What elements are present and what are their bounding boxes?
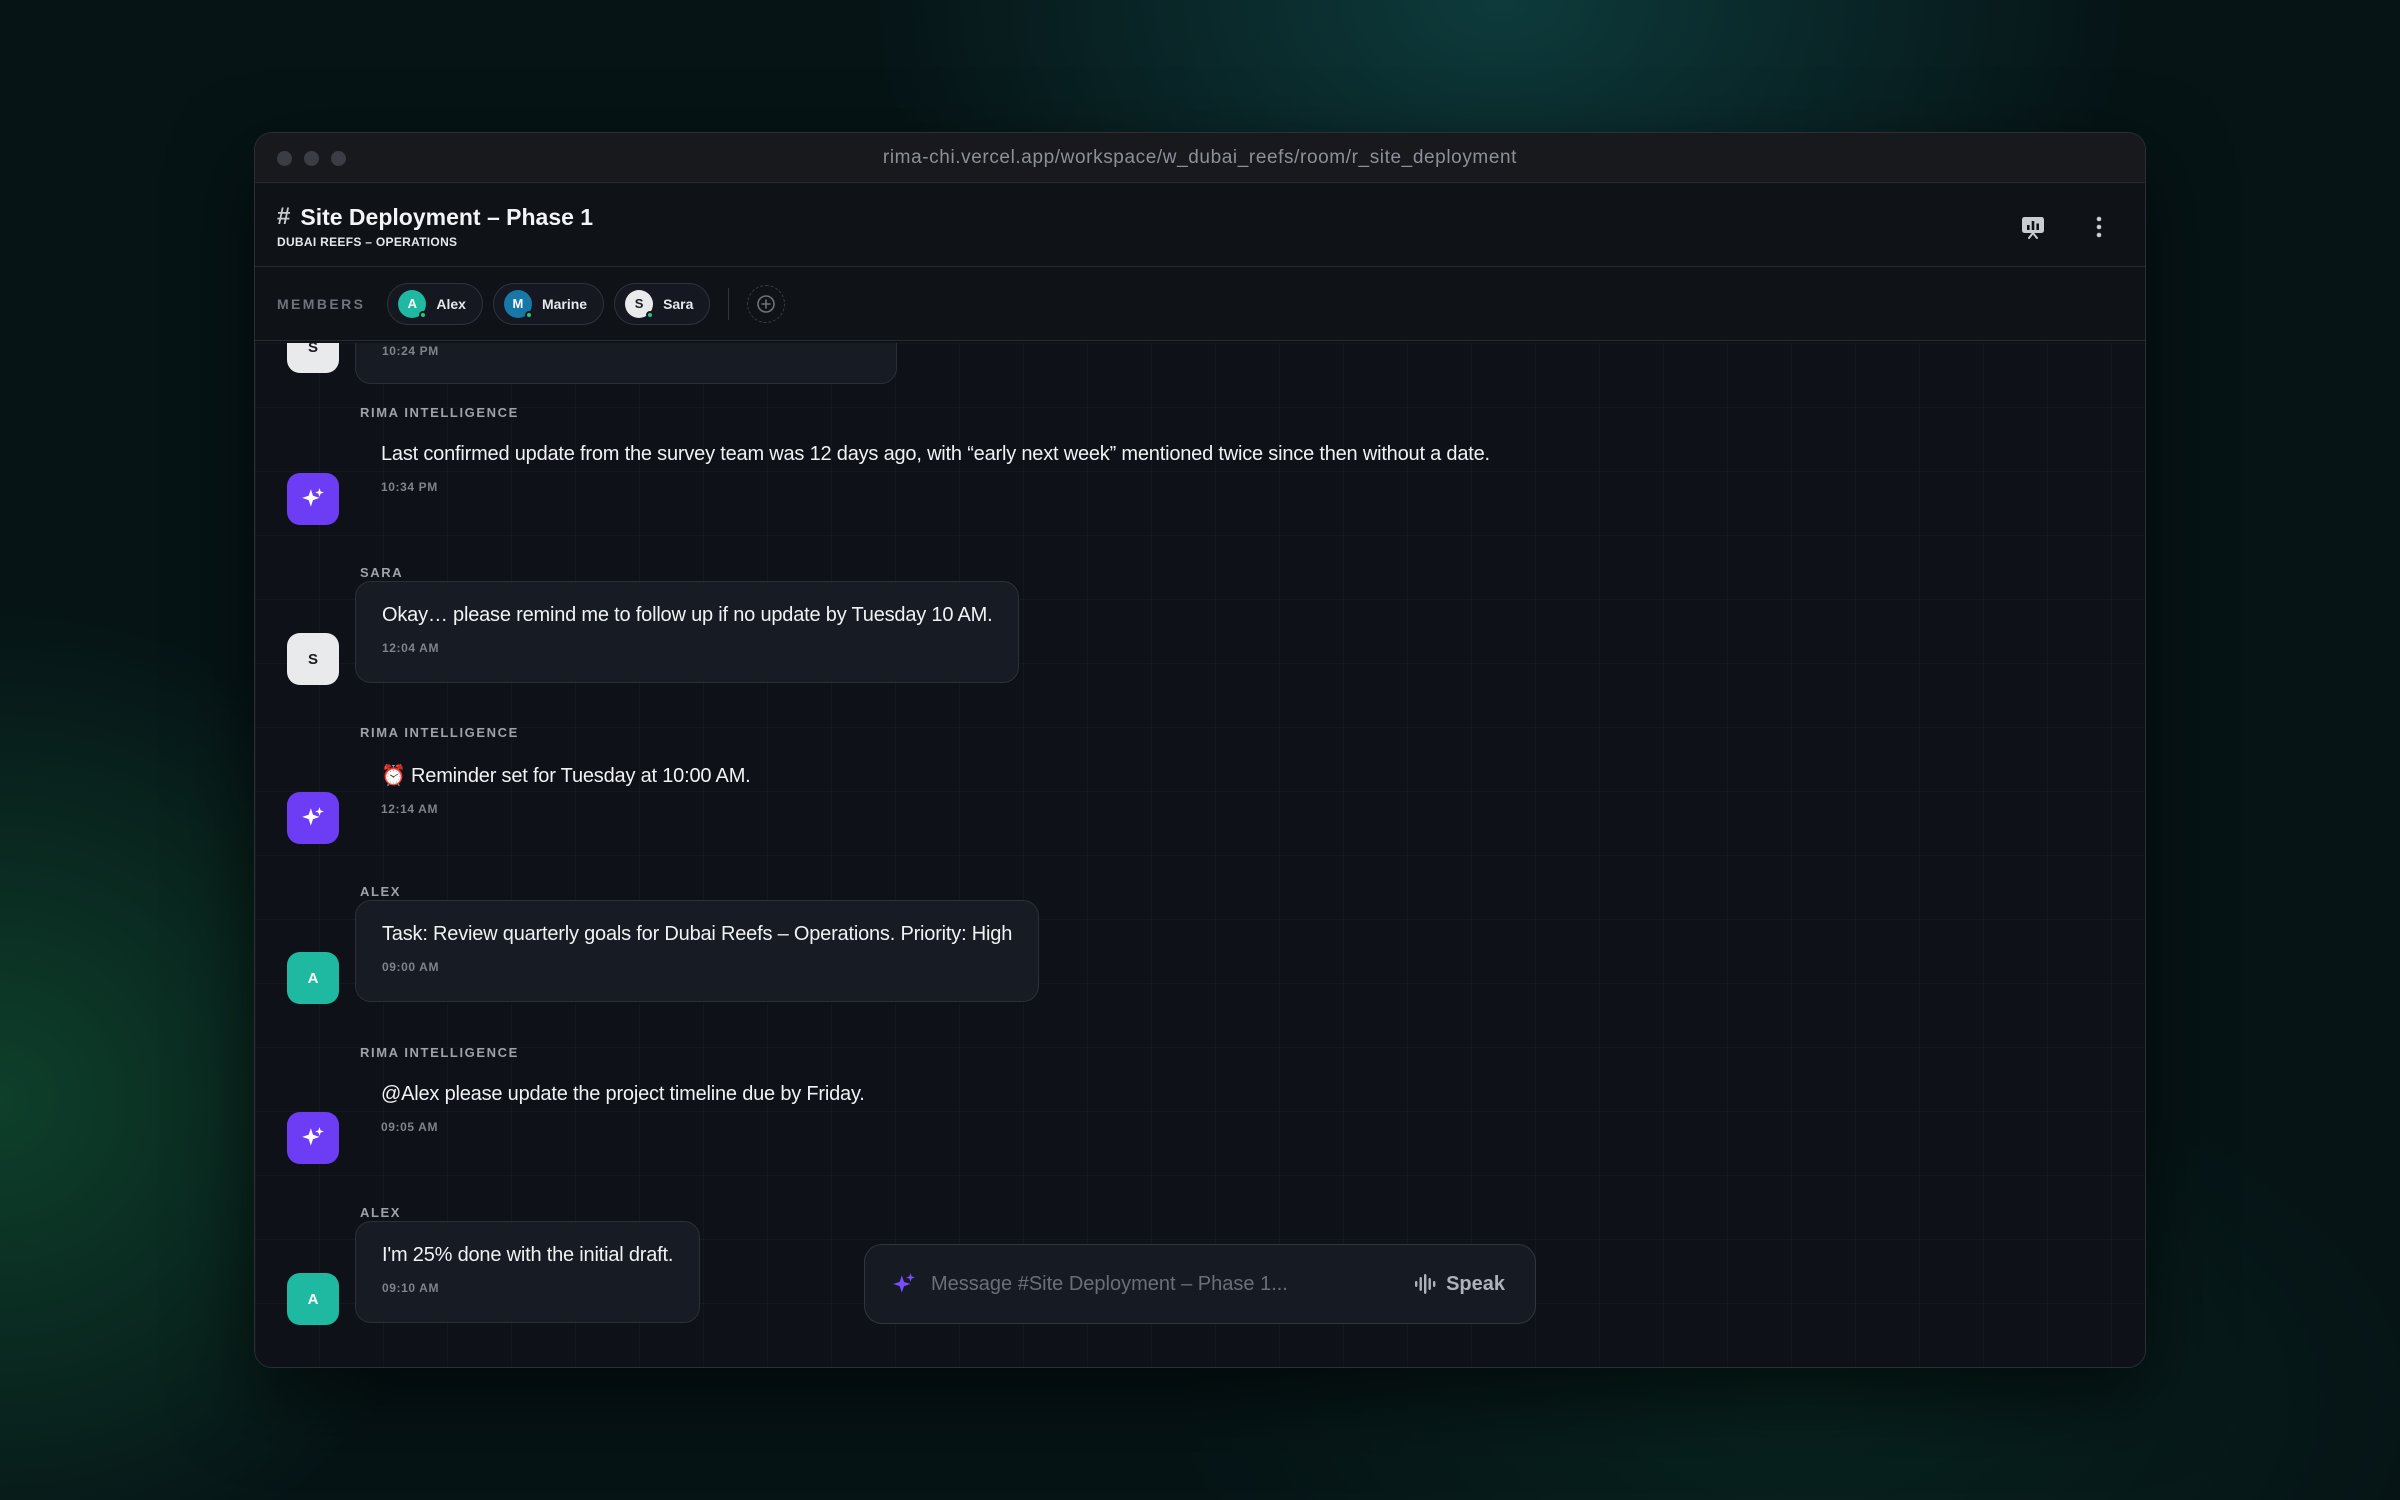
- message-input[interactable]: [931, 1272, 1415, 1296]
- room-header: # Site Deployment – Phase 1 DUBAI REEFS …: [255, 183, 2145, 267]
- message-time: 09:10 AM: [382, 1281, 440, 1295]
- message-text: @Alex please update the project timeline…: [381, 1083, 865, 1105]
- avatar-initial: M: [512, 296, 524, 311]
- divider: [728, 287, 730, 320]
- member-chip-sara[interactable]: S Sara: [614, 282, 711, 325]
- online-status-dot: [524, 310, 533, 319]
- workspace-name: DUBAI REEFS – OPERATIONS: [277, 235, 458, 249]
- member-name: Alex: [436, 295, 466, 312]
- speak-button[interactable]: Speak: [1414, 1273, 1505, 1296]
- sparkle-icon: [302, 488, 324, 507]
- message-composer: Speak: [864, 1244, 1536, 1324]
- message-time: 10:34 PM: [381, 480, 438, 494]
- message-text: Okay… please remind me to follow up if n…: [382, 604, 993, 626]
- room-name: Site Deployment – Phase 1: [300, 203, 594, 230]
- message-sender: RIMA INTELLIGENCE: [360, 725, 519, 740]
- members-label: MEMBERS: [277, 295, 366, 312]
- avatar-initial: S: [634, 296, 644, 311]
- assistant-message: @Alex please update the project timeline…: [381, 1083, 865, 1134]
- avatar: A: [398, 289, 428, 319]
- message-sender: RIMA INTELLIGENCE: [360, 405, 519, 420]
- avatar: S: [287, 633, 339, 685]
- message-time: 09:00 AM: [382, 960, 440, 974]
- assistant-avatar: [287, 473, 339, 525]
- header-actions: [2019, 213, 2113, 241]
- sparkle-icon: [302, 807, 324, 826]
- message-sender: SARA: [360, 565, 404, 580]
- message-text: Task: Review quarterly goals for Dubai R…: [382, 923, 1013, 945]
- room-title: # Site Deployment – Phase 1: [277, 203, 2145, 231]
- window-controls: [277, 151, 346, 166]
- message-bubble: Okay… please remind me to follow up if n…: [355, 581, 1020, 683]
- channel-hash-icon: #: [277, 203, 291, 230]
- avatar-initial: A: [407, 296, 418, 311]
- address-bar-url[interactable]: rima-chi.vercel.app/workspace/w_dubai_re…: [883, 147, 1517, 169]
- message-list[interactable]: S 10:24 PM RIMA INTELLIGENCE Last confir…: [255, 343, 2145, 1367]
- message-text: I'm 25% done with the initial draft.: [382, 1244, 674, 1266]
- sparkle-icon: [302, 1127, 324, 1146]
- message-bubble: I'm 25% done with the initial draft. 09:…: [355, 1221, 701, 1323]
- message-time: 09:05 AM: [381, 1120, 439, 1134]
- member-chip-alex[interactable]: A Alex: [387, 282, 483, 325]
- message-text: ⏰ Reminder set for Tuesday at 10:00 AM.: [381, 765, 751, 787]
- browser-titlebar: rima-chi.vercel.app/workspace/w_dubai_re…: [255, 133, 2145, 183]
- waveform-icon: [1415, 1274, 1436, 1294]
- add-member-button[interactable]: [747, 284, 786, 323]
- avatar: S: [287, 343, 339, 373]
- avatar: M: [503, 289, 533, 319]
- more-vertical-icon[interactable]: [2085, 213, 2113, 241]
- member-name: Marine: [541, 295, 588, 312]
- avatar: A: [287, 1273, 339, 1325]
- message-text: Last confirmed update from the survey te…: [381, 443, 1490, 465]
- presentation-chart-icon[interactable]: [2019, 213, 2047, 241]
- message-time: 10:24 PM: [382, 344, 439, 358]
- message-sender: RIMA INTELLIGENCE: [360, 1045, 519, 1060]
- sparkle-icon[interactable]: [891, 1271, 917, 1297]
- online-status-dot: [419, 310, 428, 319]
- assistant-avatar: [287, 1112, 339, 1164]
- message-sender: ALEX: [360, 1205, 402, 1220]
- avatar: S: [625, 289, 655, 319]
- member-name: Sara: [663, 295, 694, 312]
- close-window-button[interactable]: [277, 151, 292, 166]
- app-window: rima-chi.vercel.app/workspace/w_dubai_re…: [254, 132, 2146, 1368]
- online-status-dot: [646, 310, 655, 319]
- member-chip-marine[interactable]: M Marine: [492, 282, 605, 325]
- message-time: 12:04 AM: [382, 641, 440, 655]
- maximize-window-button[interactable]: [331, 151, 346, 166]
- plus-circle-icon: [757, 294, 776, 313]
- assistant-message: Last confirmed update from the survey te…: [381, 443, 1490, 494]
- minimize-window-button[interactable]: [304, 151, 319, 166]
- avatar: A: [287, 952, 339, 1004]
- message-bubble: Task: Review quarterly goals for Dubai R…: [355, 900, 1040, 1002]
- assistant-message: ⏰ Reminder set for Tuesday at 10:00 AM. …: [381, 763, 751, 816]
- message-bubble: 10:24 PM: [355, 343, 897, 384]
- message-time: 12:14 AM: [381, 802, 439, 816]
- speak-label: Speak: [1446, 1272, 1505, 1295]
- message-sender: ALEX: [360, 884, 402, 899]
- assistant-avatar: [287, 792, 339, 844]
- members-bar: MEMBERS A Alex M Marine S Sara: [255, 267, 2145, 341]
